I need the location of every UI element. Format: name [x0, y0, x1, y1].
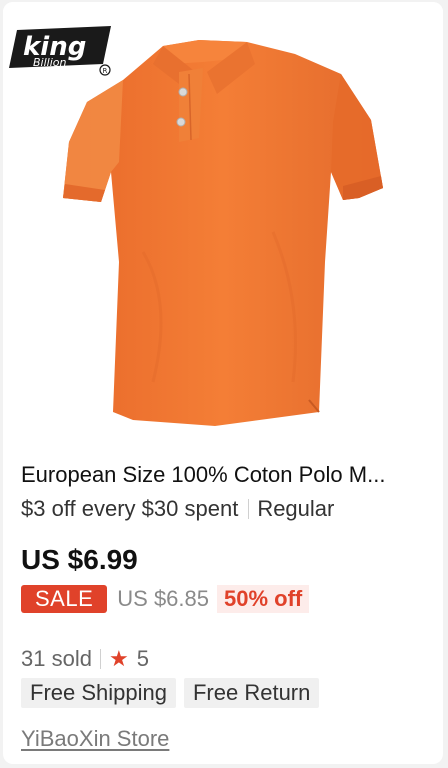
divider	[99, 649, 101, 669]
promo-row: $3 off every $30 spent Regular	[21, 494, 334, 524]
discount-badge: 50% off	[217, 585, 310, 613]
svg-text:R: R	[103, 67, 108, 75]
current-price: US $6.99	[21, 544, 138, 575]
star-icon: ★	[108, 646, 129, 671]
free-shipping-tag: Free Shipping	[21, 678, 176, 708]
product-card[interactable]: king Billion R European Size 100% Coton …	[3, 2, 443, 764]
store-link[interactable]: YiBaoXin Store	[21, 724, 169, 754]
brand-logo: king Billion R	[9, 24, 113, 78]
rating-value: 5	[136, 646, 149, 671]
coupon-text: $3 off every $30 spent	[21, 496, 239, 521]
svg-text:Billion: Billion	[33, 56, 67, 69]
original-price: US $6.85	[117, 586, 209, 611]
divider	[248, 499, 250, 519]
free-return-tag: Free Return	[183, 678, 320, 708]
sale-badge: SALE	[21, 585, 108, 613]
sold-count: 31 sold	[21, 646, 92, 671]
sale-row: SALE US $6.85 50% off	[21, 585, 310, 613]
product-image[interactable]: king Billion R	[3, 2, 443, 442]
shipping-tags: Free Shipping Free Return	[21, 678, 320, 708]
price-tier-label: Regular	[257, 496, 335, 521]
stats-row: 31 sold ★ 5	[21, 645, 149, 673]
product-title[interactable]: European Size 100% Coton Polo M...	[21, 461, 431, 489]
